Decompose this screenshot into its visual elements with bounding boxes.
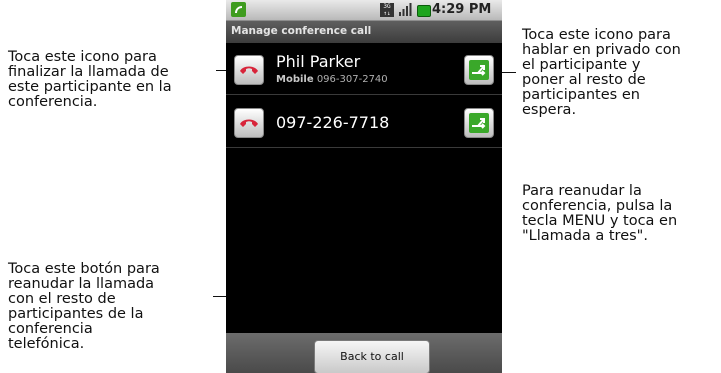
clock: 4:29 PM [432,2,492,17]
split-call-icon [469,60,489,80]
screen-title: Manage conference call [231,25,372,37]
status-bar: 3G ↑↓ 4:29 PM [226,0,502,21]
end-call-button[interactable] [234,108,264,138]
bottom-bar: Back to call [226,333,502,373]
end-call-button[interactable] [234,55,264,85]
participant-detail: Mobile 096-307-2740 [276,74,388,85]
battery-icon [417,5,431,17]
participant-row: 097-226-7718 [226,99,502,148]
participant-row: Phil Parker Mobile 096-307-2740 [226,46,502,95]
callout-end-call: Toca este icono para finalizar la llamad… [8,49,172,110]
callout-back-to-call: Toca este botón para reanudar la llamada… [8,261,160,352]
back-to-call-button[interactable]: Back to call [314,340,430,373]
phone-screen: 3G ↑↓ 4:29 PM Manage conference call Phil… [226,0,502,373]
signal-icon [399,3,412,16]
phone-app-icon [231,2,246,17]
participant-number: 097-226-7718 [276,113,390,132]
split-call-icon [469,113,489,133]
phone-type-label: Mobile [276,74,314,85]
private-call-button[interactable] [464,108,494,138]
end-call-icon [240,66,258,74]
private-call-button[interactable] [464,55,494,85]
participant-number: 096-307-2740 [316,74,388,85]
participant-name: Phil Parker [276,52,361,71]
callout-resume-conference: Para reanudar la conferencia, pulsa la t… [522,183,678,244]
callout-private-talk: Toca este icono para hablar en privado c… [522,27,681,118]
title-bar: Manage conference call [226,21,502,43]
3g-icon: 3G ↑↓ [380,3,394,17]
end-call-icon [240,119,258,127]
